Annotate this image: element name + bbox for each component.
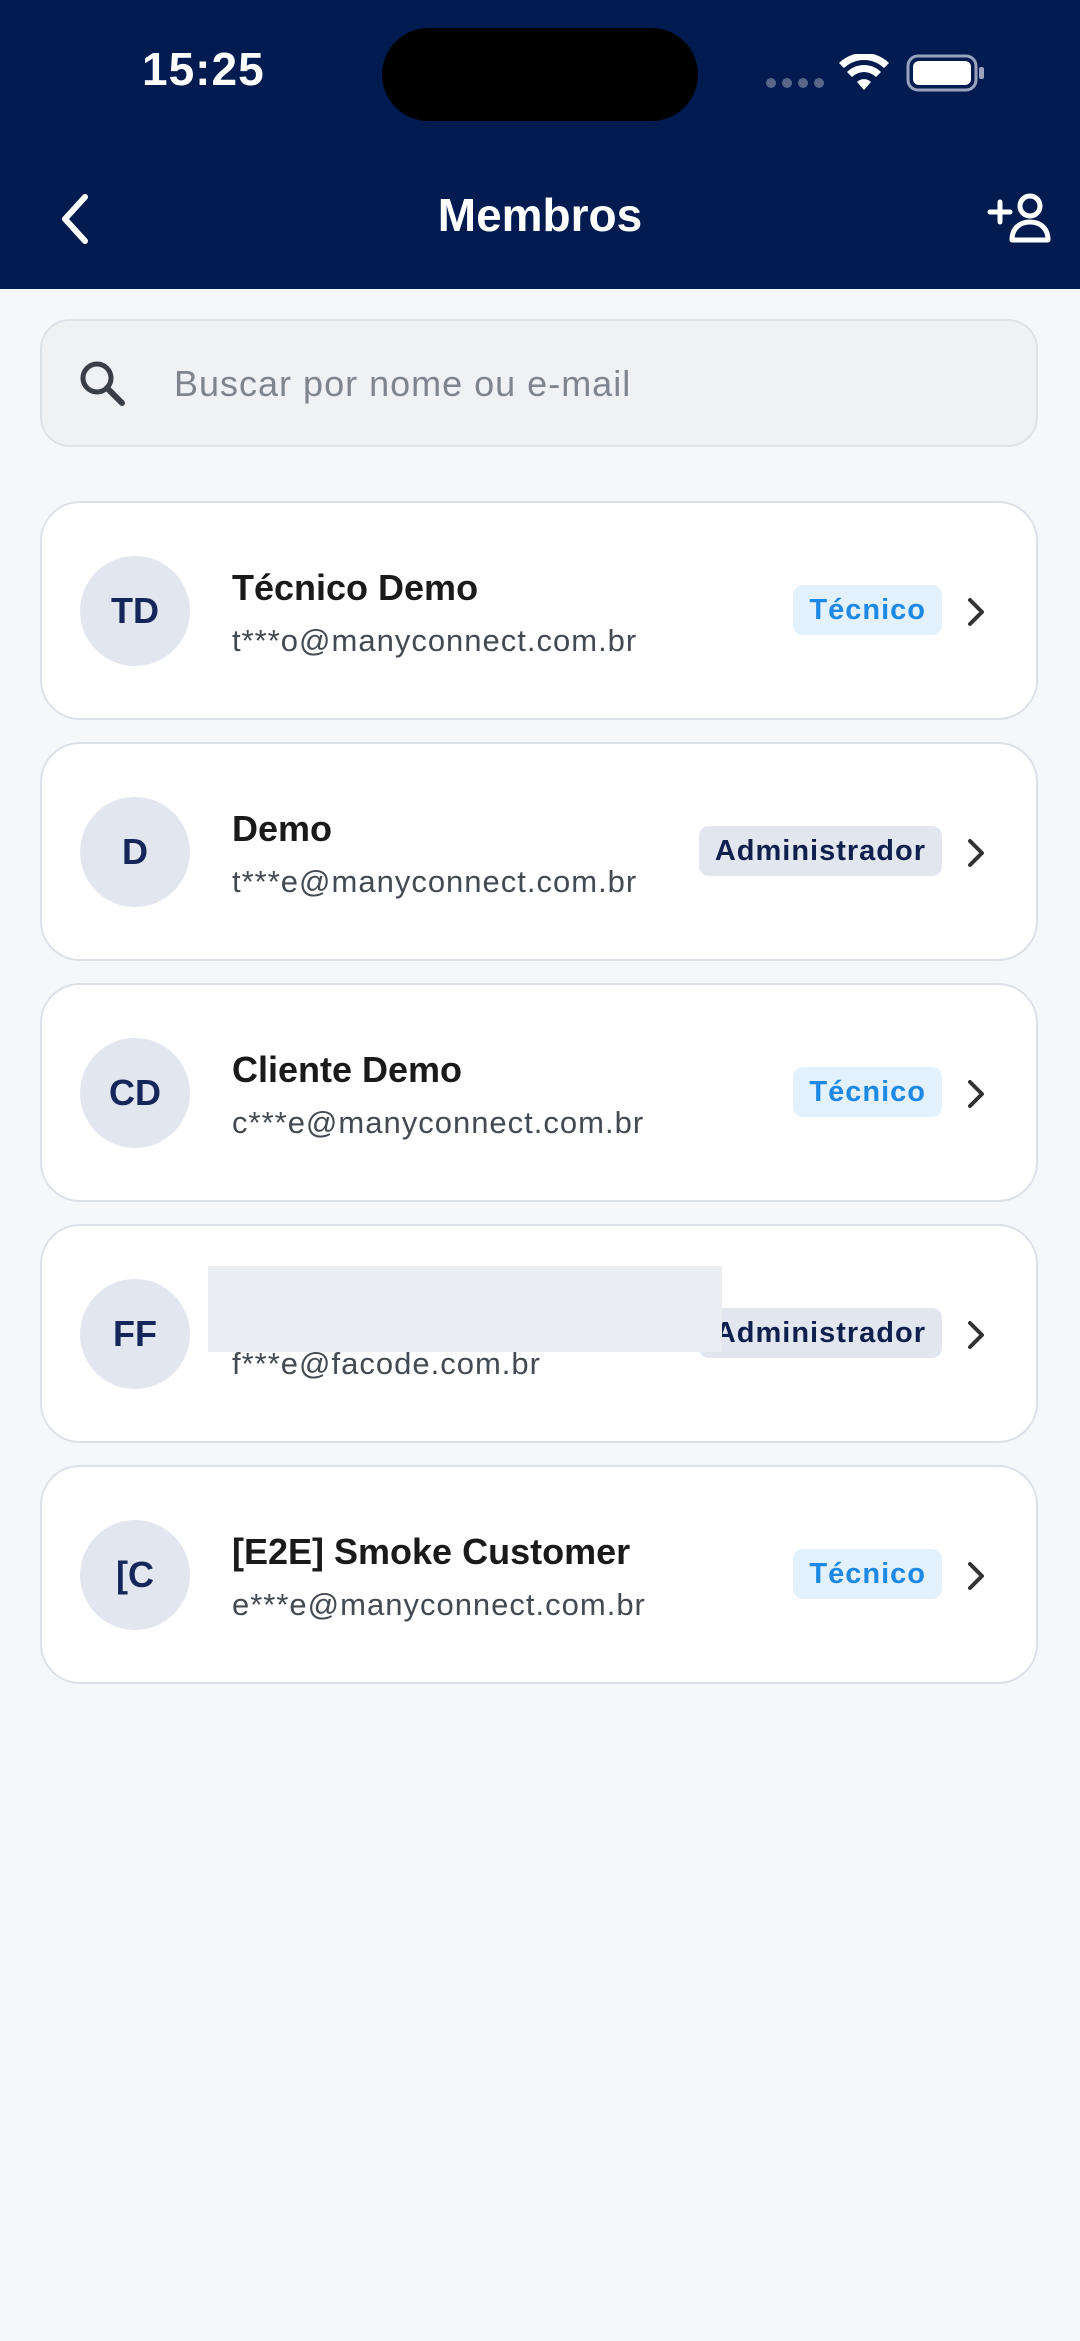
role-badge: Técnico bbox=[793, 1067, 942, 1117]
member-name: Demo bbox=[232, 808, 333, 849]
wifi-icon bbox=[839, 54, 889, 90]
member-email: e***e@manyconnect.com.br bbox=[232, 1587, 646, 1622]
member-name: Técnico Demo bbox=[232, 567, 479, 608]
member-email: t***o@manyconnect.com.br bbox=[232, 623, 638, 658]
role-badge: Técnico bbox=[793, 1549, 942, 1599]
search-bar[interactable] bbox=[40, 319, 1038, 447]
avatar: TD bbox=[80, 556, 190, 666]
member-card[interactable]: [C [E2E] Smoke Customer e***e@manyconnec… bbox=[40, 1465, 1038, 1684]
avatar: [C bbox=[80, 1520, 190, 1630]
member-email: t***e@manyconnect.com.br bbox=[232, 864, 638, 899]
role-badge: Administrador bbox=[698, 826, 942, 876]
member-name: Cliente Demo bbox=[232, 1049, 463, 1090]
member-card[interactable]: D Demo t***e@manyconnect.com.br Administ… bbox=[40, 742, 1038, 961]
search-icon bbox=[80, 361, 125, 406]
avatar: D bbox=[80, 797, 190, 907]
app-header: 15:25 Membros bbox=[0, 0, 1080, 289]
cellular-signal-icon bbox=[766, 78, 824, 88]
chevron-right-icon bbox=[968, 1562, 984, 1590]
battery-icon bbox=[906, 54, 984, 92]
member-email: c***e@manyconnect.com.br bbox=[232, 1105, 645, 1140]
role-badge: Técnico bbox=[793, 585, 942, 635]
chevron-right-icon bbox=[968, 839, 984, 867]
dynamic-island bbox=[382, 28, 698, 121]
avatar: CD bbox=[80, 1038, 190, 1148]
member-card[interactable]: TD Técnico Demo t***o@manyconnect.com.br… bbox=[40, 501, 1038, 720]
chevron-right-icon bbox=[968, 1080, 984, 1108]
add-person-icon bbox=[987, 193, 1051, 243]
add-member-button[interactable] bbox=[986, 188, 1054, 248]
chevron-right-icon bbox=[968, 598, 984, 626]
member-card[interactable]: CD Cliente Demo c***e@manyconnect.com.br… bbox=[40, 983, 1038, 1202]
search-input[interactable] bbox=[172, 321, 1016, 447]
member-card[interactable]: FF f***e@facode.com.br Administrador bbox=[40, 1224, 1038, 1443]
role-badge: Administrador bbox=[698, 1308, 942, 1358]
status-time: 15:25 bbox=[142, 43, 265, 95]
avatar: FF bbox=[80, 1279, 190, 1389]
chevron-right-icon bbox=[968, 1321, 984, 1349]
page-title: Membros bbox=[437, 189, 643, 241]
member-name: [E2E] Smoke Customer bbox=[232, 1531, 631, 1572]
redacted-name-block bbox=[208, 1266, 722, 1352]
